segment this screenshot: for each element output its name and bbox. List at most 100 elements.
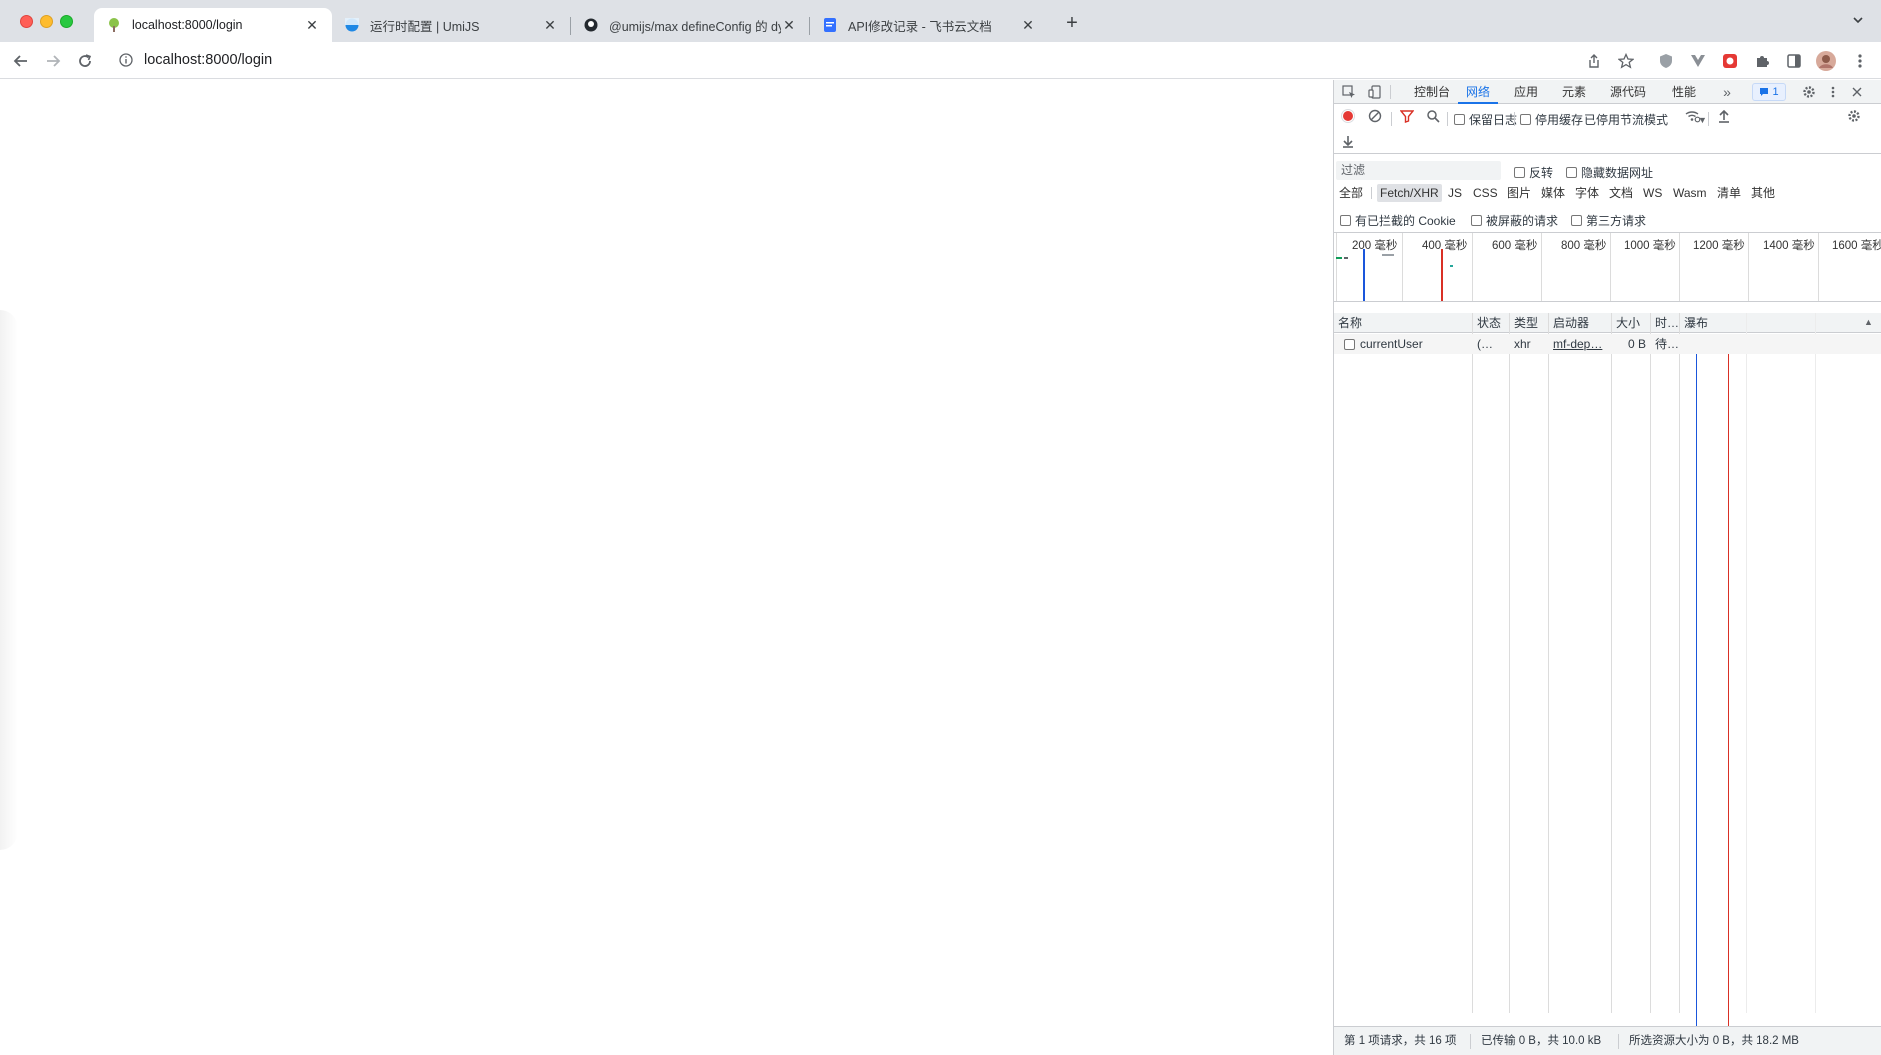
reload-icon[interactable] bbox=[74, 50, 96, 72]
disable-cache-checkbox[interactable]: 停用缓存 bbox=[1520, 111, 1583, 128]
blocked-cookies-checkbox[interactable]: 有已拦截的 Cookie bbox=[1340, 212, 1456, 229]
red-extension-icon[interactable] bbox=[1719, 50, 1741, 72]
tab-network[interactable]: 网络 bbox=[1458, 80, 1499, 104]
filter-input[interactable]: 过滤 bbox=[1336, 161, 1501, 180]
checkbox[interactable] bbox=[1566, 167, 1577, 178]
type-filter-ws[interactable]: WS bbox=[1640, 184, 1665, 202]
issues-count: 1 bbox=[1772, 86, 1779, 98]
back-arrow-icon[interactable] bbox=[10, 50, 32, 72]
column-size[interactable]: 大小 bbox=[1612, 313, 1650, 333]
column-divider bbox=[1548, 313, 1549, 1013]
type-filter-manifest[interactable]: 清单 bbox=[1714, 184, 1744, 202]
close-tab-icon[interactable]: ✕ bbox=[542, 17, 558, 33]
profile-avatar[interactable] bbox=[1815, 50, 1837, 72]
network-conditions-icon[interactable] bbox=[1684, 107, 1702, 125]
type-filter-fetch-xhr[interactable]: Fetch/XHR bbox=[1377, 184, 1442, 202]
tab-title: localhost:8000/login bbox=[132, 18, 243, 32]
table-row[interactable]: currentUser (… xhr mf-dep… 0 B 待… bbox=[1334, 334, 1881, 354]
tab-performance[interactable]: 性能 bbox=[1664, 80, 1704, 104]
overview-gridline bbox=[1472, 233, 1473, 301]
type-filter-media[interactable]: 媒体 bbox=[1538, 184, 1568, 202]
browser-tab-umijs[interactable]: 运行时配置 | UmiJS ✕ bbox=[332, 8, 570, 42]
type-filter-wasm[interactable]: Wasm bbox=[1670, 184, 1710, 202]
tab-title: @umijs/max defineConfig 的 dy bbox=[609, 19, 781, 34]
sort-ascending-icon[interactable]: ▲ bbox=[1864, 317, 1873, 327]
checkbox[interactable] bbox=[1571, 215, 1582, 226]
device-toolbar-icon[interactable] bbox=[1366, 83, 1384, 101]
type-filter-img[interactable]: 图片 bbox=[1504, 184, 1534, 202]
tab-console[interactable]: 控制台 bbox=[1406, 80, 1458, 104]
column-status[interactable]: 状态 bbox=[1473, 313, 1509, 333]
close-devtools-icon[interactable] bbox=[1848, 83, 1866, 101]
bookmark-star-icon[interactable] bbox=[1615, 50, 1637, 72]
network-overview[interactable]: 200 毫秒 400 毫秒 600 毫秒 800 毫秒 1000 毫秒 1200… bbox=[1334, 232, 1881, 302]
column-time[interactable]: 时… bbox=[1651, 313, 1679, 333]
import-har-icon[interactable] bbox=[1715, 107, 1733, 125]
request-name-cell[interactable]: currentUser bbox=[1340, 334, 1472, 354]
tab-application[interactable]: 应用 bbox=[1506, 80, 1546, 104]
transferred-size: 已传输 0 B，共 10.0 kB bbox=[1481, 1035, 1602, 1047]
request-initiator-link[interactable]: mf-dep… bbox=[1549, 334, 1611, 354]
forward-arrow-icon[interactable] bbox=[42, 50, 64, 72]
devtools-menu-icon[interactable] bbox=[1824, 83, 1842, 101]
share-icon[interactable] bbox=[1583, 50, 1605, 72]
minimize-window-button[interactable] bbox=[40, 15, 53, 28]
invert-checkbox[interactable]: 反转 bbox=[1514, 164, 1553, 181]
hide-data-urls-label: 隐藏数据网址 bbox=[1581, 166, 1654, 180]
more-tabs-chevron-icon[interactable]: » bbox=[1718, 83, 1736, 101]
close-tab-icon[interactable]: ✕ bbox=[1020, 17, 1036, 33]
checkbox[interactable] bbox=[1471, 215, 1482, 226]
checkbox[interactable] bbox=[1520, 114, 1531, 125]
site-info-icon[interactable] bbox=[118, 52, 134, 68]
preserve-log-label: 保留日志 bbox=[1469, 113, 1518, 127]
close-tab-icon[interactable]: ✕ bbox=[781, 17, 797, 33]
browser-tab-github[interactable]: @umijs/max defineConfig 的 dy ✕ bbox=[571, 8, 809, 42]
settings-gear-icon[interactable] bbox=[1800, 83, 1818, 101]
tab-search-chevron-icon[interactable] bbox=[1848, 14, 1868, 34]
extensions-puzzle-icon[interactable] bbox=[1751, 50, 1773, 72]
blocked-requests-checkbox[interactable]: 被屏蔽的请求 bbox=[1471, 212, 1558, 229]
close-window-button[interactable] bbox=[20, 15, 33, 28]
maximize-window-button[interactable] bbox=[60, 15, 73, 28]
hide-data-urls-checkbox[interactable]: 隐藏数据网址 bbox=[1566, 164, 1653, 181]
issues-badge[interactable]: 1 bbox=[1752, 83, 1786, 101]
side-panel-icon[interactable] bbox=[1783, 50, 1805, 72]
shield-extension-icon[interactable] bbox=[1655, 50, 1677, 72]
tab-sources[interactable]: 源代码 bbox=[1602, 80, 1654, 104]
column-initiator[interactable]: 启动器 bbox=[1549, 313, 1611, 333]
search-icon[interactable] bbox=[1424, 107, 1442, 125]
type-filter-all[interactable]: 全部 bbox=[1336, 184, 1366, 202]
close-tab-icon[interactable]: ✕ bbox=[304, 17, 320, 33]
new-tab-icon[interactable]: + bbox=[1062, 13, 1082, 34]
browser-menu-icon[interactable] bbox=[1849, 50, 1871, 72]
browser-tab-login[interactable]: localhost:8000/login ✕ bbox=[94, 8, 332, 42]
third-party-checkbox[interactable]: 第三方请求 bbox=[1571, 212, 1646, 229]
devtools-tab-bar: 控制台 网络 应用 元素 源代码 性能 » 1 bbox=[1334, 80, 1881, 104]
record-icon[interactable] bbox=[1339, 107, 1357, 125]
type-filter-css[interactable]: CSS bbox=[1470, 184, 1501, 202]
type-filter-other[interactable]: 其他 bbox=[1748, 184, 1778, 202]
request-count: 第 1 项请求，共 16 项 bbox=[1344, 1035, 1457, 1047]
type-filter-js[interactable]: JS bbox=[1445, 184, 1465, 202]
column-waterfall[interactable]: 瀑布 bbox=[1680, 313, 1830, 333]
clear-icon[interactable] bbox=[1366, 107, 1384, 125]
export-har-icon[interactable] bbox=[1339, 132, 1357, 150]
browser-tab-feishu[interactable]: API修改记录 - 飞书云文档 ✕ bbox=[810, 8, 1048, 42]
type-filter-doc[interactable]: 文档 bbox=[1606, 184, 1636, 202]
checkbox[interactable] bbox=[1514, 167, 1525, 178]
tab-elements[interactable]: 元素 bbox=[1554, 80, 1594, 104]
vue-extension-icon[interactable] bbox=[1687, 50, 1709, 72]
network-settings-gear-icon[interactable] bbox=[1845, 107, 1863, 125]
checkbox[interactable] bbox=[1454, 114, 1465, 125]
tab-divider bbox=[1390, 85, 1391, 99]
filter-funnel-icon[interactable] bbox=[1398, 107, 1416, 125]
address-bar[interactable]: localhost:8000/login bbox=[110, 46, 1730, 74]
preserve-log-checkbox[interactable]: 保留日志 bbox=[1454, 111, 1517, 128]
inspect-element-icon[interactable] bbox=[1340, 83, 1358, 101]
column-name[interactable]: 名称 bbox=[1334, 313, 1472, 333]
column-type[interactable]: 类型 bbox=[1510, 313, 1548, 333]
request-status: (… bbox=[1477, 337, 1493, 351]
request-type: xhr bbox=[1514, 337, 1531, 351]
type-filter-font[interactable]: 字体 bbox=[1572, 184, 1602, 202]
checkbox[interactable] bbox=[1340, 215, 1351, 226]
